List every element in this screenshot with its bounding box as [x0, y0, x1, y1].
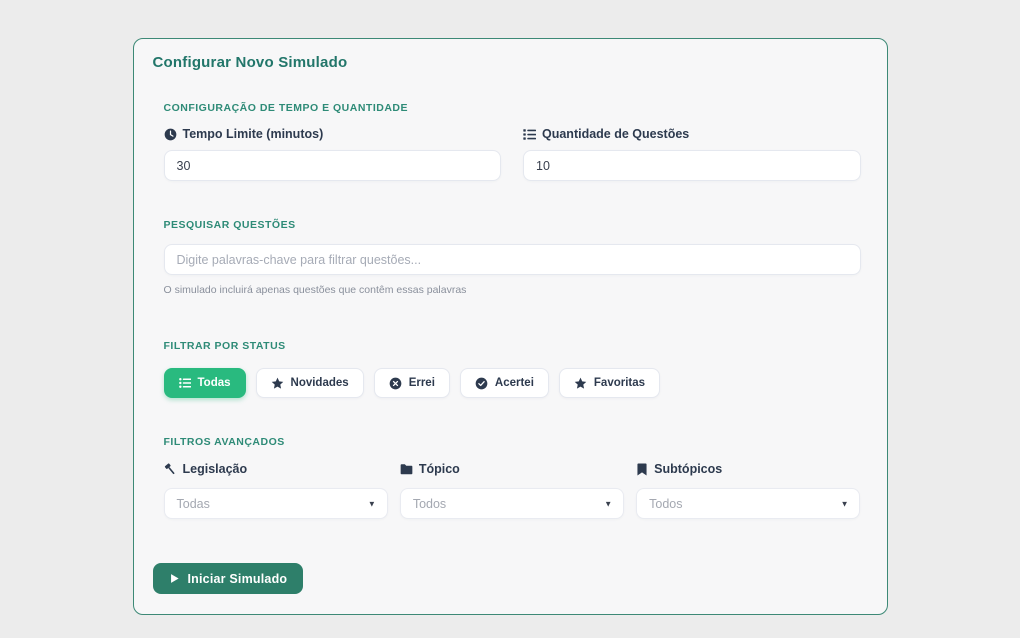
star-icon	[271, 377, 284, 390]
section-time-quantity: CONFIGURAÇÃO DE TEMPO E QUANTIDADE Tempo…	[164, 102, 861, 181]
section-search: PESQUISAR QUESTÕES O simulado incluirá a…	[164, 219, 861, 296]
section-title-search: PESQUISAR QUESTÕES	[164, 219, 861, 231]
question-quantity-label: Quantidade de Questões	[523, 127, 861, 141]
subtopicos-field: Subtópicos Todos ▼	[636, 462, 860, 519]
time-limit-field: Tempo Limite (minutos)	[164, 127, 502, 181]
question-quantity-input[interactable]	[523, 150, 861, 181]
folder-icon	[400, 463, 413, 476]
status-filter-buttons: Todas Novidades Errei Acertei Favoritas	[164, 368, 861, 398]
status-filter-errei-button[interactable]: Errei	[374, 368, 450, 398]
start-simulado-button[interactable]: Iniciar Simulado	[153, 563, 304, 594]
legislacao-select[interactable]: Todas ▼	[164, 488, 388, 519]
bookmark-icon	[636, 463, 648, 476]
status-filter-novidades-button[interactable]: Novidades	[256, 368, 364, 398]
section-title-time-quantity: CONFIGURAÇÃO DE TEMPO E QUANTIDADE	[164, 102, 861, 114]
clock-icon	[164, 128, 177, 141]
play-icon	[169, 573, 180, 584]
list-ul-icon	[179, 377, 191, 389]
subtopicos-label: Subtópicos	[636, 462, 860, 476]
star-icon	[574, 377, 587, 390]
chevron-down-icon: ▼	[604, 499, 612, 508]
simulado-config-card: Configurar Novo Simulado CONFIGURAÇÃO DE…	[133, 38, 888, 615]
section-title-status-filter: FILTRAR POR STATUS	[164, 340, 861, 352]
chevron-down-icon: ▼	[368, 499, 376, 508]
topico-select[interactable]: Todos ▼	[400, 488, 624, 519]
list-ol-icon	[523, 128, 536, 141]
status-filter-favoritas-button[interactable]: Favoritas	[559, 368, 660, 398]
search-input[interactable]	[164, 244, 861, 275]
advanced-filters-row: Legislação Todas ▼ Tópico Todos ▼	[164, 462, 861, 519]
search-helper-text: O simulado incluirá apenas questões que …	[164, 284, 861, 296]
time-limit-input[interactable]	[164, 150, 502, 181]
times-circle-icon	[389, 377, 402, 390]
section-title-advanced-filters: FILTROS AVANÇADOS	[164, 436, 861, 448]
legislacao-label: Legislação	[164, 462, 388, 476]
check-circle-icon	[475, 377, 488, 390]
question-quantity-field: Quantidade de Questões	[523, 127, 861, 181]
section-status-filter: FILTRAR POR STATUS Todas Novidades Errei…	[164, 340, 861, 398]
page-title: Configurar Novo Simulado	[153, 54, 861, 71]
time-limit-label: Tempo Limite (minutos)	[164, 127, 502, 141]
section-advanced-filters: FILTROS AVANÇADOS Legislação Todas ▼ Tóp…	[164, 436, 861, 519]
legislacao-field: Legislação Todas ▼	[164, 462, 388, 519]
chevron-down-icon: ▼	[841, 499, 849, 508]
footer-actions: Iniciar Simulado	[153, 563, 861, 594]
subtopicos-select[interactable]: Todos ▼	[636, 488, 860, 519]
topico-field: Tópico Todos ▼	[400, 462, 624, 519]
gavel-icon	[164, 463, 177, 476]
status-filter-todas-button[interactable]: Todas	[164, 368, 246, 398]
status-filter-acertei-button[interactable]: Acertei	[460, 368, 549, 398]
topico-label: Tópico	[400, 462, 624, 476]
